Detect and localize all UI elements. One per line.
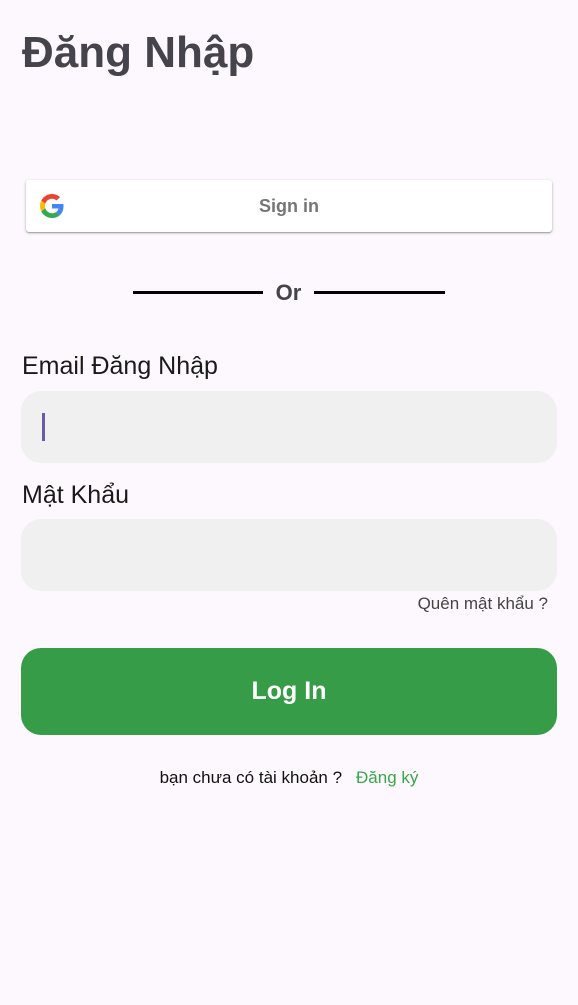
google-signin-label: Sign in [259,196,319,216]
divider-line-right [314,291,445,294]
text-cursor [42,413,45,441]
divider-line-left [133,291,263,294]
forgot-password-link[interactable]: Quên mật khẩu ? [418,594,548,614]
email-label: Email Đăng Nhập [22,352,218,380]
page-title: Đăng Nhập [22,28,255,77]
password-field[interactable] [21,519,557,591]
signup-row: bạn chưa có tài khoản ? Đăng ký [0,768,578,788]
signup-link[interactable]: Đăng ký [356,768,418,787]
google-signin-button[interactable]: Sign in [26,180,552,232]
or-divider-text: Or [275,280,302,305]
email-field[interactable] [21,391,557,463]
no-account-text: bạn chưa có tài khoản ? [159,768,343,787]
login-button[interactable]: Log In [21,648,557,735]
password-label: Mật Khẩu [22,481,130,509]
